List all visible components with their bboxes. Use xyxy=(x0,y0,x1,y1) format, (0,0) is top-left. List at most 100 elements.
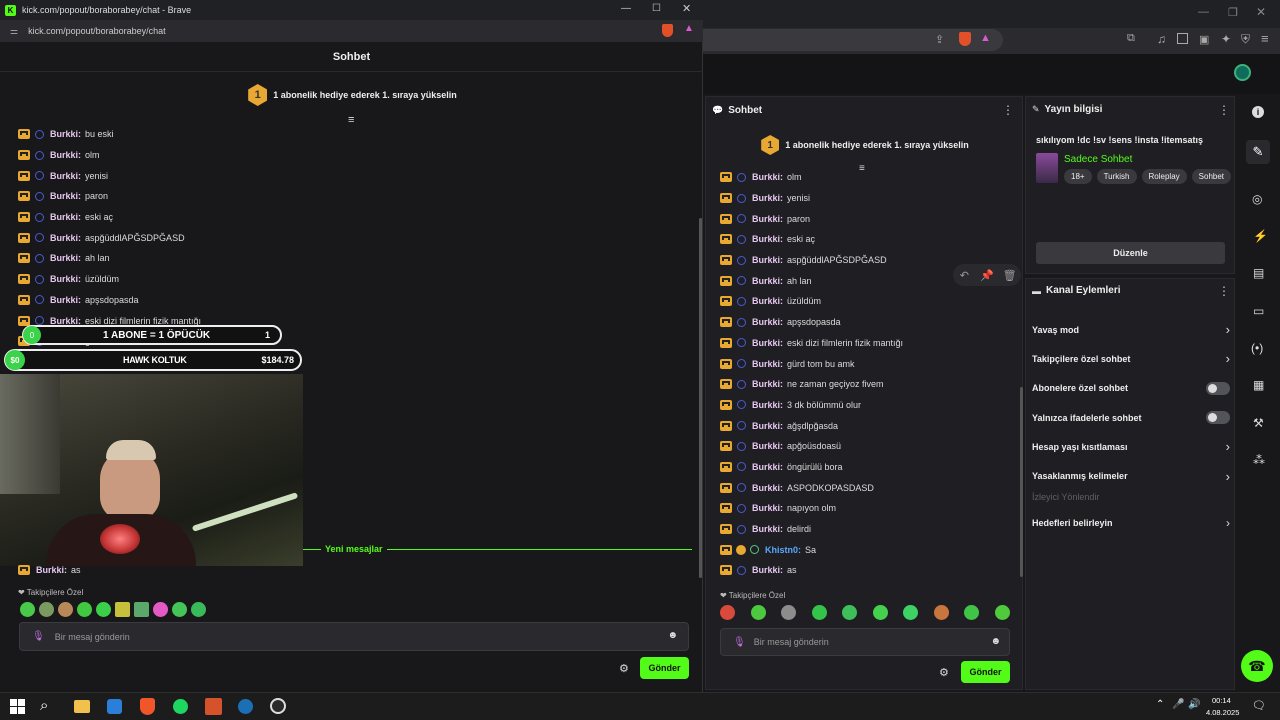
microphone-tray-icon[interactable]: 🎤 xyxy=(1172,699,1184,710)
obs-taskbar-icon[interactable] xyxy=(270,698,286,714)
chat-username[interactable]: Burkki: xyxy=(752,400,783,410)
layout-icon[interactable]: ▦ xyxy=(1253,378,1264,392)
screenshot-icon[interactable]: ⧉ xyxy=(1127,32,1135,45)
chat-username[interactable]: Burkki: xyxy=(752,276,783,286)
tool-icon[interactable]: ⚒ xyxy=(1253,416,1264,430)
emote-icon[interactable] xyxy=(720,605,735,620)
popout-url[interactable]: kick.com/popout/boraborabey/chat xyxy=(28,26,166,36)
clock-date[interactable]: 4.08.2025 xyxy=(1206,708,1239,717)
chat-username[interactable]: Burkki: xyxy=(752,214,783,224)
emote-icon[interactable] xyxy=(933,605,949,620)
popout-send-button[interactable]: Gönder xyxy=(640,657,689,679)
tag-chip[interactable]: Roleplay xyxy=(1141,169,1187,184)
lightning-icon[interactable]: ⚡ xyxy=(1253,229,1268,243)
chat-options-icon[interactable]: ⋮ xyxy=(1002,103,1014,117)
chat-username[interactable]: Burkki: xyxy=(752,172,783,182)
chat-tool-icon[interactable]: ▭ xyxy=(1253,304,1264,318)
emote-icon[interactable] xyxy=(115,602,130,617)
brave-shield-icon[interactable] xyxy=(662,24,673,37)
stream-info-options-icon[interactable]: ⋮ xyxy=(1218,103,1230,117)
chat-username[interactable]: Burkki: xyxy=(50,274,81,284)
chat-username[interactable]: Burkki: xyxy=(752,441,783,451)
reply-icon[interactable]: ↶ xyxy=(954,265,974,285)
chat-username[interactable]: Burkki: xyxy=(50,212,81,222)
emote-icon[interactable] xyxy=(96,602,111,617)
chat-username[interactable]: Burkki: xyxy=(50,191,81,201)
channel-action-row[interactable]: Yasaklanmış kelimeler › xyxy=(1032,461,1230,490)
send-button[interactable]: Gönder xyxy=(961,661,1010,683)
chat-input[interactable]: 🎙 Bir mesaj gönderin ☻ xyxy=(720,628,1010,656)
new-messages-divider[interactable]: Yeni mesajlar xyxy=(303,542,692,556)
brave-browser-icon[interactable] xyxy=(140,698,155,715)
chat-username[interactable]: Burkki: xyxy=(752,503,783,513)
channel-action-row[interactable]: Yalnızca ifadelerle sohbet xyxy=(1032,403,1230,432)
emote-icon[interactable] xyxy=(134,602,149,617)
emote-icon[interactable] xyxy=(172,602,187,617)
wallet-icon[interactable]: ▣ xyxy=(1199,33,1209,46)
delete-icon[interactable]: 🗑 xyxy=(1000,265,1020,285)
tag-chip[interactable]: 18+ xyxy=(1064,169,1092,184)
minimize-icon[interactable]: — xyxy=(1198,6,1209,18)
chat-username[interactable]: Burkki: xyxy=(50,253,81,263)
channel-action-row[interactable]: Abonelere özel sohbet xyxy=(1032,374,1230,403)
channel-action-row[interactable]: Yavaş mod › xyxy=(1032,315,1230,344)
menu-icon[interactable]: ≡ xyxy=(1261,31,1269,46)
channel-action-row[interactable]: Hesap yaşı kısıtlaması › xyxy=(1032,432,1230,461)
category-label[interactable]: Sadece Sohbet xyxy=(1064,154,1132,165)
spotify-icon[interactable] xyxy=(173,699,188,714)
site-settings-icon[interactable]: ⚌ xyxy=(10,26,18,37)
chat-username[interactable]: Burkki: xyxy=(752,193,783,203)
chat-username[interactable]: Burkki: xyxy=(752,338,783,348)
settings-gear-icon[interactable]: ⚙ xyxy=(939,666,949,679)
minimize-icon[interactable]: — xyxy=(621,3,631,14)
emote-icon[interactable] xyxy=(191,602,206,617)
microphone-icon[interactable]: 🎙 xyxy=(733,637,746,648)
music-icon[interactable]: ♫ xyxy=(1157,32,1166,46)
chat-username[interactable]: Khistn0: xyxy=(765,545,801,555)
steam-icon[interactable] xyxy=(238,699,253,714)
popout-settings-icon[interactable]: ⚙ xyxy=(619,662,629,675)
chat-username[interactable]: Burkki: xyxy=(50,295,81,305)
edit-button[interactable]: Düzenle xyxy=(1036,242,1225,264)
chat-username[interactable]: Burkki: xyxy=(752,483,783,493)
gift-banner[interactable]: 1 1 abonelik hediye ederek 1. sıraya yük… xyxy=(706,133,1024,157)
emote-icon[interactable] xyxy=(153,602,168,617)
windows-start-icon[interactable] xyxy=(10,699,25,714)
search-icon[interactable]: ⌕ xyxy=(40,697,48,714)
chat-username[interactable]: Burkki xyxy=(36,565,64,575)
emote-icon[interactable] xyxy=(994,605,1010,620)
chat-username[interactable]: Burkki: xyxy=(752,255,783,265)
broadcast-icon[interactable]: (•) xyxy=(1251,341,1263,355)
microphone-icon[interactable]: 🎙 xyxy=(32,631,45,642)
brave-shield-icon[interactable] xyxy=(959,32,971,46)
edit-tool-icon[interactable]: ✎ xyxy=(1246,140,1270,164)
emote-icon[interactable] xyxy=(39,602,54,617)
tag-chip[interactable]: Turkish xyxy=(1096,169,1137,184)
chat-username[interactable]: Burkki: xyxy=(752,379,783,389)
emote-icon[interactable] xyxy=(872,605,888,620)
profile-avatar[interactable] xyxy=(1234,64,1251,81)
restore-icon[interactable]: ❐ xyxy=(1228,6,1238,19)
chat-username[interactable]: Burkki: xyxy=(752,359,783,369)
toggle-switch[interactable] xyxy=(1206,381,1230,395)
emote-icon[interactable] xyxy=(811,605,827,620)
emote-icon[interactable] xyxy=(903,605,919,620)
popout-chat-input[interactable]: 🎙 Bir mesaj gönderin ☻ xyxy=(19,622,689,651)
info-icon[interactable]: i xyxy=(1252,106,1264,118)
emote-icon[interactable] xyxy=(750,605,766,620)
chat-username[interactable]: Burkki: xyxy=(752,296,783,306)
document-icon[interactable]: ▤ xyxy=(1253,266,1264,280)
toggle-switch[interactable] xyxy=(1206,411,1230,425)
goals-row[interactable]: Hedefleri belirleyin › xyxy=(1032,516,1230,530)
file-explorer-icon[interactable] xyxy=(74,700,90,713)
nodes-icon[interactable]: ⁂ xyxy=(1253,453,1265,467)
channel-action-row[interactable]: Takipçilere özel sohbet › xyxy=(1032,344,1230,373)
close-icon[interactable]: ✕ xyxy=(1256,5,1266,19)
chat-username[interactable]: Burkki: xyxy=(50,233,81,243)
chat-username[interactable]: Burkki: xyxy=(50,171,81,181)
popout-scrollbar[interactable] xyxy=(699,218,702,578)
chat-username[interactable]: Burkki: xyxy=(752,317,783,327)
store-icon[interactable] xyxy=(107,699,122,714)
emote-icon[interactable] xyxy=(20,602,35,617)
obs-icon[interactable]: ◎ xyxy=(1252,192,1262,206)
